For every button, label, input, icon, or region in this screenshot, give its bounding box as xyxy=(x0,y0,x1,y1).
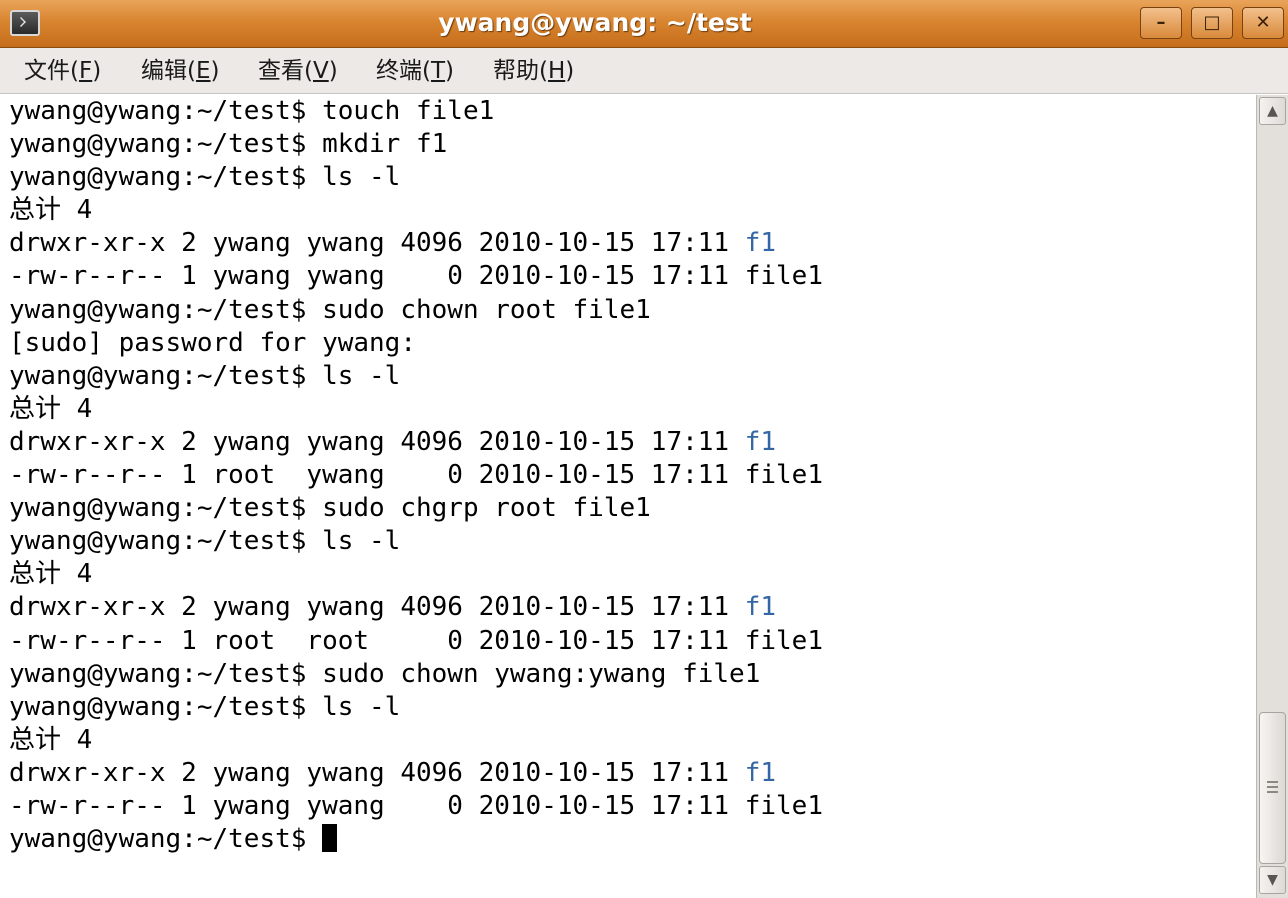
scroll-thumb[interactable] xyxy=(1259,712,1286,864)
terminal-line: ywang@ywang:~/test$ ls -l xyxy=(9,360,823,393)
line-text: ywang@ywang:~/test$ ls -l xyxy=(9,360,401,391)
line-text: ywang@ywang:~/test$ sudo chown root file… xyxy=(9,294,651,325)
line-text: -rw-r--r-- 1 root root 0 2010-10-15 17:1… xyxy=(9,625,823,656)
line-text: 总计 4 xyxy=(9,195,93,226)
line-text: -rw-r--r-- 1 ywang ywang 0 2010-10-15 17… xyxy=(9,790,823,821)
terminal-output[interactable]: ywang@ywang:~/test$ touch file1 ywang@ywa… xyxy=(0,95,1256,898)
terminal-line: ywang@ywang:~/test$ mkdir f1 xyxy=(9,128,823,161)
terminal-line: drwxr-xr-x 2 ywang ywang 4096 2010-10-15… xyxy=(9,227,823,260)
maximize-button[interactable]: □ xyxy=(1191,7,1233,39)
menu-help[interactable]: 帮助(H) xyxy=(493,48,574,94)
title-bar[interactable]: ywang@ywang: ~/test – □ ✕ xyxy=(0,0,1288,48)
menu-edit[interactable]: 编辑(E) xyxy=(141,48,220,94)
line-text: ywang@ywang:~/test$ sudo chgrp root file… xyxy=(9,493,651,524)
terminal-line: drwxr-xr-x 2 ywang ywang 4096 2010-10-15… xyxy=(9,426,823,459)
terminal-line: -rw-r--r-- 1 ywang ywang 0 2010-10-15 17… xyxy=(9,790,823,823)
close-button[interactable]: ✕ xyxy=(1242,7,1284,39)
terminal-line: -rw-r--r-- 1 ywang ywang 0 2010-10-15 17… xyxy=(9,260,823,293)
menu-terminal[interactable]: 终端(T) xyxy=(376,48,454,94)
line-text: ywang@ywang:~/test$ ls -l xyxy=(9,691,401,722)
terminal-line: drwxr-xr-x 2 ywang ywang 4096 2010-10-15… xyxy=(9,757,823,790)
terminal-line: drwxr-xr-x 2 ywang ywang 4096 2010-10-15… xyxy=(9,591,823,624)
scroll-up-button[interactable]: ▲ xyxy=(1259,97,1286,125)
maximize-icon: □ xyxy=(1203,12,1221,33)
line-text: drwxr-xr-x 2 ywang ywang 4096 2010-10-15… xyxy=(9,757,745,788)
line-text: 总计 4 xyxy=(9,724,93,755)
menu-file[interactable]: 文件(F) xyxy=(24,48,101,94)
down-arrow-icon: ▼ xyxy=(1267,872,1278,888)
line-text: [sudo] password for ywang: xyxy=(9,327,416,358)
terminal-lines: ywang@ywang:~/test$ touch file1 ywang@ywa… xyxy=(9,95,823,856)
window-title: ywang@ywang: ~/test xyxy=(438,8,752,37)
line-text: drwxr-xr-x 2 ywang ywang 4096 2010-10-15… xyxy=(9,228,745,259)
line-text: 总计 4 xyxy=(9,559,93,590)
terminal-line: ywang@ywang:~/test$ sudo chgrp root file… xyxy=(9,492,823,525)
terminal-line: [sudo] password for ywang: xyxy=(9,327,823,360)
line-text: -rw-r--r-- 1 root ywang 0 2010-10-15 17:… xyxy=(9,460,823,491)
line-text: ywang@ywang:~/test$ sudo chown ywang:ywa… xyxy=(9,658,761,689)
line-text: 总计 4 xyxy=(9,393,93,424)
terminal-line: ywang@ywang:~/test$ sudo chown ywang:ywa… xyxy=(9,658,823,691)
terminal-line: 总计 4 xyxy=(9,724,823,757)
terminal-line: 总计 4 xyxy=(9,194,823,227)
terminal-line: ywang@ywang:~/test$ touch file1 xyxy=(9,95,823,128)
directory-name: f1 xyxy=(744,757,777,788)
menu-bar: 文件(F) 编辑(E) 查看(V) 终端(T) 帮助(H) xyxy=(0,48,1288,94)
grip-icon xyxy=(1267,781,1278,795)
terminal-line: -rw-r--r-- 1 root ywang 0 2010-10-15 17:… xyxy=(9,459,823,492)
terminal-line: 总计 4 xyxy=(9,393,823,426)
up-arrow-icon: ▲ xyxy=(1267,103,1278,119)
terminal-line: ywang@ywang:~/test$ ls -l xyxy=(9,161,823,194)
line-text: ywang@ywang:~/test$ ls -l xyxy=(9,526,401,557)
minimize-icon: – xyxy=(1156,12,1166,33)
menu-view[interactable]: 查看(V) xyxy=(258,48,338,94)
terminal-line: ywang@ywang:~/test$ sudo chown root file… xyxy=(9,294,823,327)
text-cursor xyxy=(322,824,338,853)
directory-name: f1 xyxy=(744,426,777,457)
vertical-scrollbar[interactable]: ▲ ▼ xyxy=(1256,95,1288,898)
line-text: ywang@ywang:~/test$ xyxy=(9,824,323,855)
terminal-line: -rw-r--r-- 1 root root 0 2010-10-15 17:1… xyxy=(9,625,823,658)
scroll-down-button[interactable]: ▼ xyxy=(1259,866,1286,894)
minimize-button[interactable]: – xyxy=(1140,7,1182,39)
line-text: -rw-r--r-- 1 ywang ywang 0 2010-10-15 17… xyxy=(9,261,823,292)
terminal-window: ywang@ywang: ~/test – □ ✕ 文件(F) 编辑(E) 查看… xyxy=(0,0,1288,898)
terminal-line: ywang@ywang:~/test$ xyxy=(9,823,823,856)
line-text: ywang@ywang:~/test$ ls -l xyxy=(9,162,401,193)
terminal-line: 总计 4 xyxy=(9,558,823,591)
directory-name: f1 xyxy=(744,228,777,259)
line-text: ywang@ywang:~/test$ mkdir f1 xyxy=(9,129,448,160)
line-text: drwxr-xr-x 2 ywang ywang 4096 2010-10-15… xyxy=(9,592,745,623)
line-text: ywang@ywang:~/test$ touch file1 xyxy=(9,96,495,126)
terminal-line: ywang@ywang:~/test$ ls -l xyxy=(9,691,823,724)
terminal-line: ywang@ywang:~/test$ ls -l xyxy=(9,525,823,558)
line-text: drwxr-xr-x 2 ywang ywang 4096 2010-10-15… xyxy=(9,426,745,457)
directory-name: f1 xyxy=(744,592,777,623)
close-icon: ✕ xyxy=(1255,12,1271,33)
